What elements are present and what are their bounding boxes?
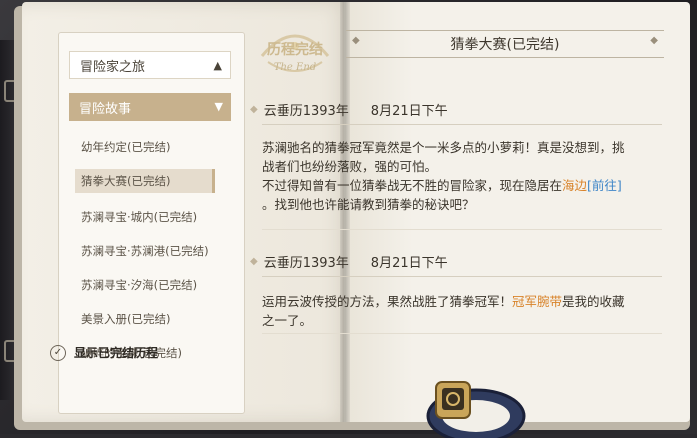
show-completed-label: 显示已完结历程 bbox=[74, 346, 159, 360]
entry-header: ◆ 云垂历1393年 8月21日下午 bbox=[250, 100, 448, 119]
entry-date: 云垂历1393年 bbox=[263, 256, 349, 271]
divider bbox=[262, 276, 662, 277]
text-line: 。找到他也许能请教到猜拳的秘诀吧？ bbox=[262, 197, 475, 212]
section-adventure-stories[interactable]: 冒险故事 ▼ bbox=[69, 93, 231, 121]
champion-wristband-icon bbox=[426, 381, 526, 438]
text-segment: 是我的收藏 bbox=[562, 294, 625, 309]
divider bbox=[262, 124, 662, 125]
text-line: 之一了。 bbox=[262, 313, 313, 328]
section-label: 冒险家之旅 bbox=[80, 59, 146, 75]
entry-time: 8月21日下午 bbox=[370, 256, 448, 271]
story-title-bar: ◆ 猜拳大赛(已完结) ◆ bbox=[346, 30, 664, 58]
text-segment: 不过得知曾有一位猜拳战无不胜的冒险家，现在隐居在 bbox=[262, 178, 563, 193]
story-item[interactable]: 苏澜寻宝·汐海(已完结) bbox=[81, 277, 197, 293]
story-item[interactable]: 苏澜寻宝·苏澜港(已完结) bbox=[81, 243, 209, 259]
text-segment: 运用云波传授的方法，果然战胜了猜拳冠军！ bbox=[262, 294, 513, 309]
title-ornament-right: ◆ bbox=[650, 35, 658, 46]
entry-text: 运用云波传授的方法，果然战胜了猜拳冠军！冠军腕带是我的收藏 之一了。 bbox=[262, 292, 662, 330]
entry-date: 云垂历1393年 bbox=[263, 104, 349, 119]
stamp-title: 历程完结 bbox=[267, 41, 323, 58]
story-item-label: 猜拳大赛(已完结) bbox=[81, 174, 171, 188]
entry-header: ◆ 云垂历1393年 8月21日下午 bbox=[250, 252, 448, 271]
check-icon: ✓ bbox=[50, 344, 66, 361]
section-label: 冒险故事 bbox=[79, 101, 132, 117]
completed-stamp: 历程完结 The End bbox=[260, 34, 330, 73]
section-adventurer-journey[interactable]: 冒险家之旅 ▲ bbox=[69, 51, 231, 79]
entry-time: 8月21日下午 bbox=[370, 104, 448, 119]
text-line: 战者们也纷纷落败，强的可怕。 bbox=[262, 159, 438, 174]
item-highlight: 冠军腕带 bbox=[512, 294, 563, 309]
location-highlight: 海边 bbox=[562, 178, 588, 193]
story-item[interactable]: 苏澜寻宝·城内(已完结) bbox=[81, 209, 197, 225]
diamond-icon: ◆ bbox=[250, 256, 258, 267]
chevron-up-icon: ▲ bbox=[213, 59, 222, 72]
text-line: 不过得知曾有一位猜拳战无不胜的冒险家，现在隐居在海边[前往] bbox=[262, 176, 662, 195]
text-line: 苏澜驰名的猜拳冠军竟然是个一米多点的小萝莉！真是没想到，挑 bbox=[262, 140, 625, 155]
diamond-icon: ◆ bbox=[250, 104, 258, 115]
story-item[interactable]: 幼年约定(已完结) bbox=[81, 139, 170, 155]
story-item-selected[interactable]: 猜拳大赛(已完结) bbox=[75, 169, 215, 193]
entry-text: 苏澜驰名的猜拳冠军竟然是个一米多点的小萝莉！真是没想到，挑 战者们也纷纷落败，强… bbox=[262, 138, 662, 214]
goto-link[interactable]: [前往] bbox=[587, 178, 622, 193]
stamp-subtitle: The End bbox=[274, 62, 316, 73]
ruled-line bbox=[262, 229, 662, 230]
text-line: 运用云波传授的方法，果然战胜了猜拳冠军！冠军腕带是我的收藏 bbox=[262, 292, 662, 311]
show-completed-toggle[interactable]: ✓ 显示已完结历程 bbox=[50, 344, 158, 361]
story-title: 猜拳大赛(已完结) bbox=[450, 37, 560, 53]
ruled-line bbox=[262, 333, 662, 334]
story-item[interactable]: 美景入册(已完结) bbox=[81, 311, 170, 327]
chevron-down-icon: ▼ bbox=[214, 100, 223, 113]
title-ornament-left: ◆ bbox=[352, 35, 360, 46]
